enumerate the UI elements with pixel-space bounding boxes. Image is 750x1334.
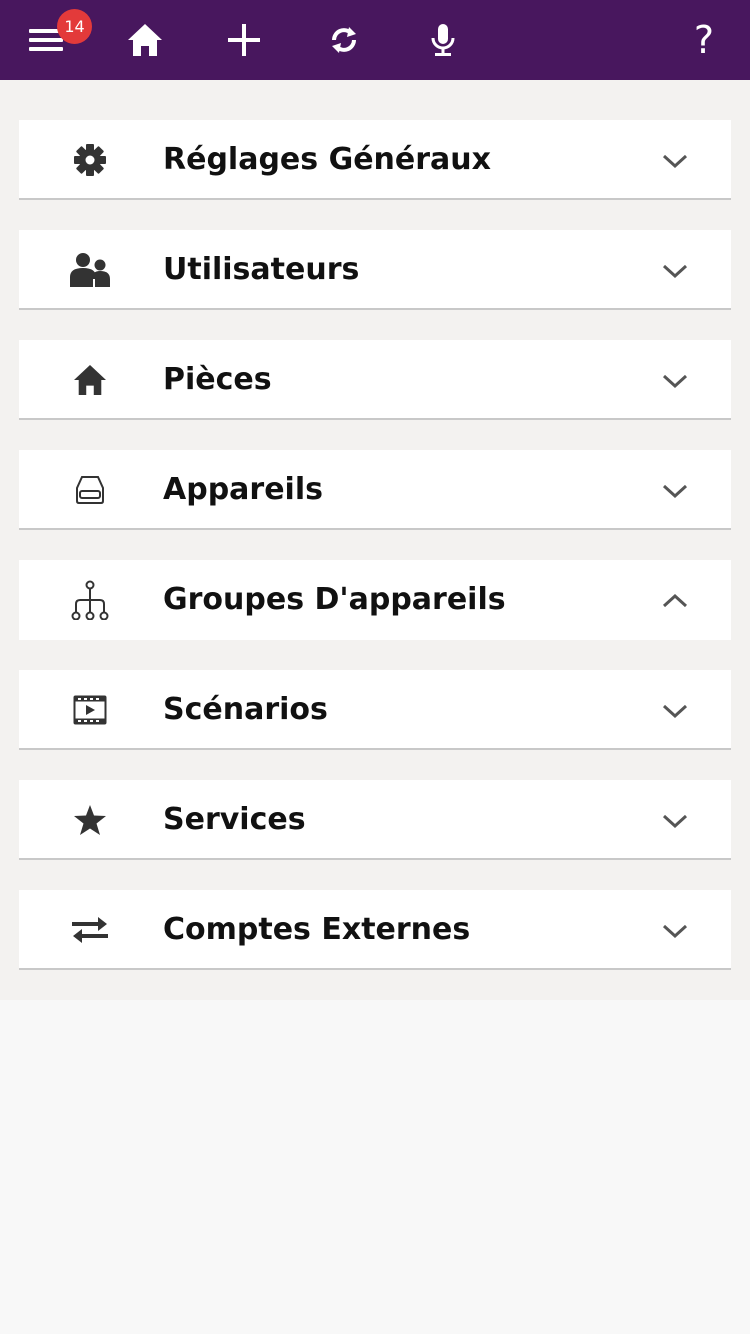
device-icon (70, 470, 110, 510)
section-external-accounts[interactable]: Comptes Externes (19, 890, 731, 970)
transfer-icon (70, 910, 110, 950)
refresh-icon (332, 27, 356, 53)
section-label: Scénarios (163, 692, 328, 727)
chevron-down-icon (662, 368, 688, 394)
refresh-button[interactable] (304, 0, 384, 80)
help-button[interactable]: ? (664, 0, 744, 80)
chevron-down-icon (662, 808, 688, 834)
section-label: Pièces (163, 362, 272, 397)
settings-panel: Réglages Généraux Utilisateurs Pièces Ap… (0, 80, 750, 1000)
section-label: Appareils (163, 472, 323, 507)
section-device-groups[interactable]: Groupes D'appareils (19, 560, 731, 640)
section-label: Réglages Généraux (163, 142, 491, 177)
notification-badge: 14 (57, 9, 92, 44)
chevron-down-icon (662, 478, 688, 504)
chevron-up-icon (662, 588, 688, 614)
section-label: Comptes Externes (163, 912, 471, 947)
section-label: Groupes D'appareils (163, 582, 506, 617)
star-icon (70, 800, 110, 840)
chevron-down-icon (662, 698, 688, 724)
chevron-down-icon (662, 148, 688, 174)
section-rooms[interactable]: Pièces (19, 340, 731, 420)
users-icon (70, 250, 110, 290)
section-users[interactable]: Utilisateurs (19, 230, 731, 310)
home-icon (128, 24, 162, 56)
chevron-down-icon (662, 258, 688, 284)
plus-icon (228, 24, 260, 56)
section-services[interactable]: Services (19, 780, 731, 860)
film-icon (70, 690, 110, 730)
section-devices[interactable]: Appareils (19, 450, 731, 530)
section-label: Utilisateurs (163, 252, 360, 287)
top-toolbar: 14 ? (0, 0, 750, 80)
device-group-icon (70, 580, 110, 620)
section-label: Services (163, 802, 306, 837)
chevron-down-icon (662, 918, 688, 944)
add-button[interactable] (204, 0, 284, 80)
help-icon: ? (693, 18, 715, 62)
home-button[interactable] (105, 0, 185, 80)
voice-button[interactable] (403, 0, 483, 80)
section-general-settings[interactable]: Réglages Généraux (19, 120, 731, 200)
home-icon (70, 360, 110, 400)
microphone-icon (431, 24, 455, 56)
gear-icon (70, 140, 110, 180)
section-scenarios[interactable]: Scénarios (19, 670, 731, 750)
